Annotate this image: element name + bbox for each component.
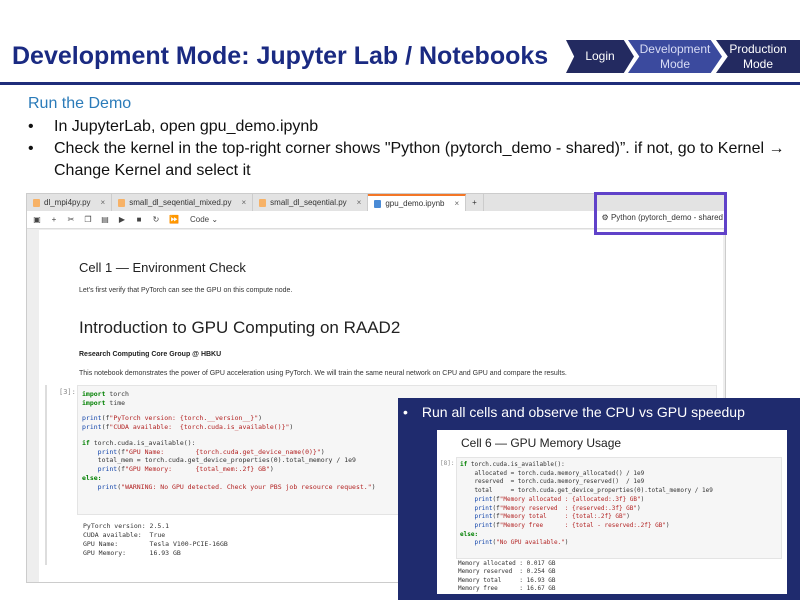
tab-label: small_dl_seqential_mixed.py xyxy=(129,198,232,207)
code-line: if torch.cuda.is_available(): xyxy=(460,461,565,468)
step-development-mode: Development Mode xyxy=(628,40,722,73)
new-tab-button[interactable]: + xyxy=(466,194,484,211)
code-line: Memory allocated : 0.017 GB xyxy=(458,560,556,567)
cell6-screenshot: Cell 6 — GPU Memory Usage [8]: if torch.… xyxy=(437,430,787,594)
step-production-mode: Production Mode xyxy=(716,40,800,73)
cell-prompt: [3]: xyxy=(59,388,76,396)
copy-icon[interactable]: ❐ xyxy=(84,215,92,224)
bullet-glyph: • xyxy=(28,118,34,135)
code-line: print(f"Memory free : {total - reserved:… xyxy=(474,521,670,529)
code-line: allocated = torch.cuda.memory_allocated(… xyxy=(460,469,645,477)
code-line: else: xyxy=(460,530,479,538)
code-line: print("No GPU available.") xyxy=(474,539,569,547)
fast-forward-icon[interactable]: ⏩ xyxy=(169,215,179,224)
code-line: print(f"Memory reserved : {reserved:.3f}… xyxy=(474,504,641,512)
code-cell-source: if torch.cuda.is_available(): allocated … xyxy=(457,458,781,551)
tab-label: small_dl_seqential.py xyxy=(270,198,347,207)
chevron-down-icon: ⌄ xyxy=(211,215,219,224)
close-icon[interactable]: × xyxy=(455,199,460,208)
python-file-icon xyxy=(33,198,40,207)
callout-bullet: • Run all cells and observe the CPU vs GP… xyxy=(403,404,745,420)
step-development-label: Development Mode xyxy=(639,41,711,71)
code-line: reserved = torch.cuda.memory_reserved() … xyxy=(460,478,645,486)
run-icon[interactable]: ▶ xyxy=(118,215,126,224)
code-line: GPU Memory: 16.93 GB xyxy=(83,548,181,557)
cell1-heading: Cell 1 — Environment Check xyxy=(79,260,246,275)
code-line: print(f"Memory allocated : {allocated:.3… xyxy=(474,495,645,503)
title-underline xyxy=(0,82,800,85)
bullet-glyph: • xyxy=(28,140,34,157)
close-icon[interactable]: × xyxy=(357,198,362,207)
code-line: Memory total : 16.93 GB xyxy=(458,576,556,584)
cell-output: Memory allocated : 0.017 GB Memory reserv… xyxy=(458,560,556,593)
code-line: Memory free : 16.67 GB xyxy=(458,584,556,592)
code-line: CUDA available: True xyxy=(83,530,166,539)
cell-output-text: PyTorch version: 2.5.1 CUDA available: Tr… xyxy=(79,518,232,562)
close-icon[interactable]: × xyxy=(242,198,247,207)
close-icon[interactable]: × xyxy=(101,198,106,207)
code-line: print(f"Memory total : {total:.2f} GB") xyxy=(474,513,630,521)
step-login: Login xyxy=(566,40,634,73)
bullet-item: • In JupyterLab, open gpu_demo.ipynb xyxy=(26,116,796,138)
python-file-icon xyxy=(259,198,267,207)
python-file-icon xyxy=(118,198,126,207)
code-line: GPU Name: Tesla V100-PCIE-16GB xyxy=(83,539,228,548)
tab-dl-mpi4py[interactable]: dl_mpi4py.py × xyxy=(27,194,113,211)
notebook-file-icon xyxy=(374,199,382,208)
group-name: Research Computing Core Group @ HBKU xyxy=(79,351,222,358)
tab-gpu-demo[interactable]: gpu_demo.ipynb × xyxy=(368,194,467,211)
stop-icon[interactable]: ■ xyxy=(135,215,143,224)
cell-prompt: [8]: xyxy=(440,460,455,467)
callout-text: Run all cells and observe the CPU vs GPU… xyxy=(421,404,745,420)
code-cell[interactable]: if torch.cuda.is_available(): allocated … xyxy=(456,457,782,559)
bullet-text: In JupyterLab, open gpu_demo.ipynb xyxy=(54,118,319,135)
subheading: Run the Demo xyxy=(28,95,132,112)
kernel-highlight-box xyxy=(594,192,727,235)
tab-small-dl-seqential-mixed[interactable]: small_dl_seqential_mixed.py × xyxy=(112,194,254,211)
cell-collapser[interactable] xyxy=(45,385,47,565)
tab-label: dl_mpi4py.py xyxy=(44,198,91,207)
bullet-list: • In JupyterLab, open gpu_demo.ipynb • Che… xyxy=(26,116,796,182)
code-line: Memory reserved : 0.254 GB xyxy=(458,568,556,576)
step-production-label: Production Mode xyxy=(729,41,787,71)
bullet-text: Check the kernel in the top-right corner… xyxy=(54,140,785,179)
add-cell-icon[interactable]: + xyxy=(50,215,58,224)
tab-label: gpu_demo.ipynb xyxy=(385,199,445,208)
cell-type-value: Code xyxy=(190,215,210,224)
code-line: total = torch.cuda.get_device_properties… xyxy=(460,487,713,495)
cell-output-text: Memory allocated : 0.017 GB Memory reserv… xyxy=(458,560,556,593)
save-icon[interactable]: ▣ xyxy=(33,215,41,224)
callout-overlay: • Run all cells and observe the CPU vs GP… xyxy=(398,398,800,600)
bullet-item: • Check the kernel in the top-right corne… xyxy=(26,138,796,182)
demo-text: This notebook demonstrates the power of … xyxy=(79,370,567,377)
paste-icon[interactable]: ▤ xyxy=(101,215,109,224)
cell-output: PyTorch version: 2.5.1 CUDA available: Tr… xyxy=(79,518,232,562)
step-login-label: Login xyxy=(585,49,615,63)
restart-icon[interactable]: ↻ xyxy=(152,215,160,224)
cell1-text: Let's first verify that PyTorch can see … xyxy=(79,287,293,294)
cell6-heading: Cell 6 — GPU Memory Usage xyxy=(461,436,622,450)
cell-type-select[interactable]: Code ⌄ xyxy=(190,215,218,224)
cut-icon[interactable]: ✂ xyxy=(67,215,75,224)
intro-heading: Introduction to GPU Computing on RAAD2 xyxy=(79,318,401,337)
code-line: PyTorch version: 2.5.1 xyxy=(83,522,170,530)
bullet-glyph: • xyxy=(403,404,408,420)
tab-small-dl-seqential[interactable]: small_dl_seqential.py × xyxy=(253,194,369,211)
slide-title: Development Mode: Jupyter Lab / Notebook… xyxy=(12,42,549,70)
